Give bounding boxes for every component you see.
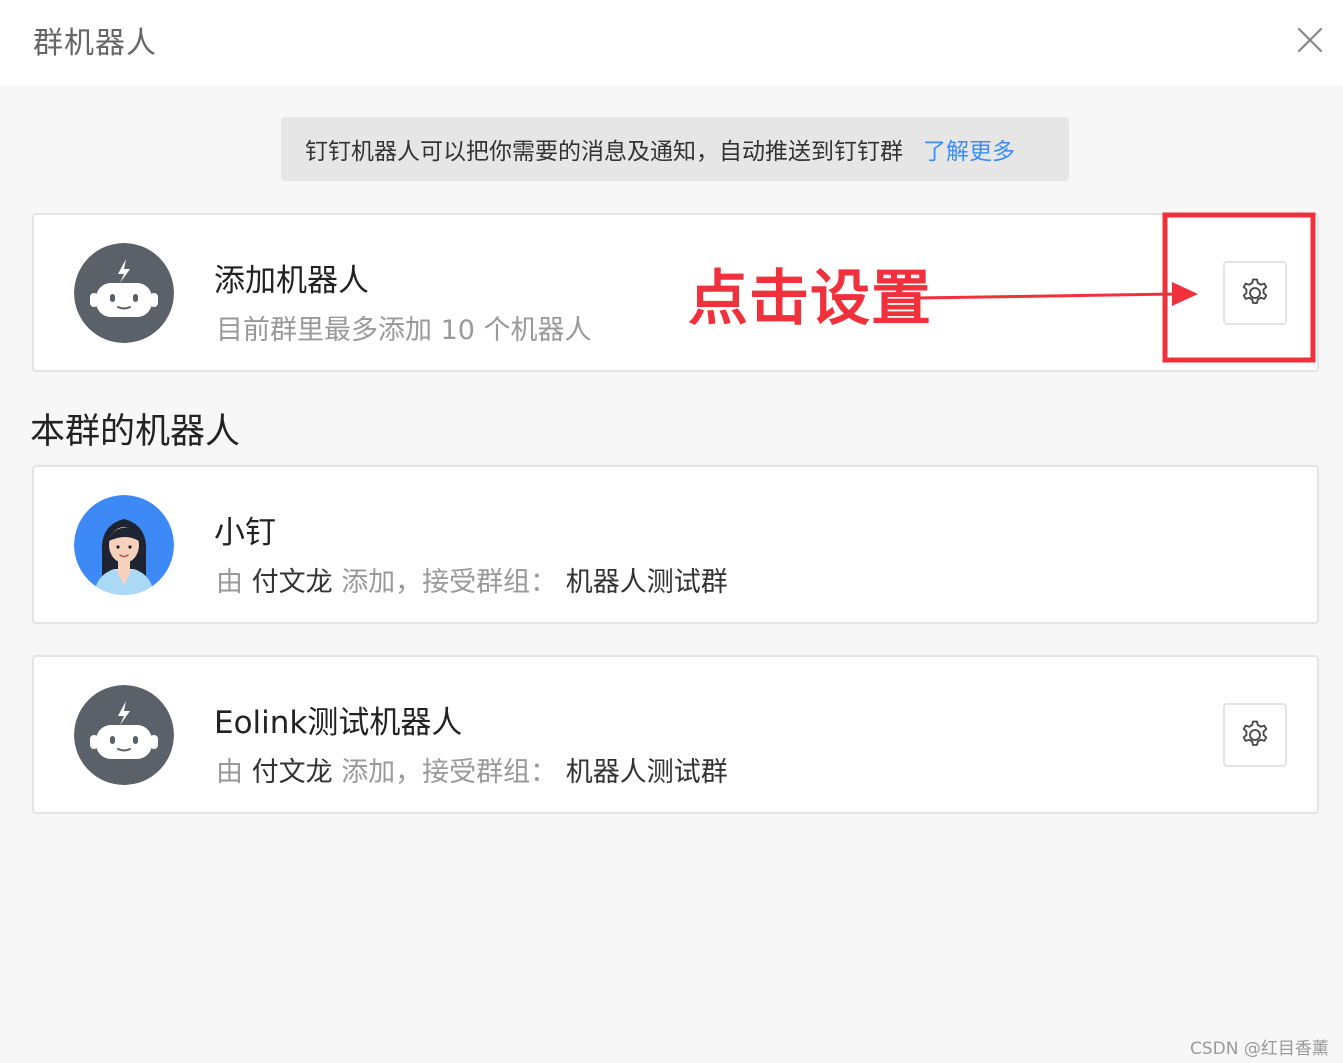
robot-meta: 由 付文龙 添加，接受群组： 机器人测试群	[216, 560, 728, 599]
dialog-title: 群机器人	[33, 26, 157, 61]
robot-card[interactable]: 小钉 由 付文龙 添加，接受群组： 机器人测试群	[32, 465, 1319, 624]
annotation-label: 点击设置	[688, 264, 932, 334]
meta-prefix: 由	[216, 567, 243, 598]
learn-more-link[interactable]: 了解更多	[923, 132, 1015, 166]
adder-name: 付文龙	[251, 757, 333, 788]
add-robot-title: 添加机器人	[214, 263, 369, 299]
robot-name: 小钉	[214, 515, 276, 551]
info-notice: 钉钉机器人可以把你需要的消息及通知，自动推送到钉钉群 了解更多	[281, 117, 1069, 181]
robot-icon	[74, 243, 174, 343]
section-title: 本群的机器人	[30, 412, 241, 452]
close-icon[interactable]	[1292, 22, 1328, 58]
add-robot-card[interactable]: 添加机器人 目前群里最多添加 10 个机器人	[32, 213, 1319, 372]
meta-prefix: 由	[216, 757, 243, 788]
robot-settings-button[interactable]	[1223, 703, 1287, 767]
robot-meta: 由 付文龙 添加，接受群组： 机器人测试群	[216, 750, 728, 789]
watermark: CSDN @红目香薰	[1190, 1039, 1329, 1059]
group-name: 机器人测试群	[565, 567, 728, 598]
robot-name: Eolink测试机器人	[214, 705, 463, 741]
add-robot-subtitle: 目前群里最多添加 10 个机器人	[216, 315, 592, 346]
notice-text: 钉钉机器人可以把你需要的消息及通知，自动推送到钉钉群	[305, 139, 903, 165]
gear-icon	[1242, 720, 1268, 746]
meta-middle: 添加，接受群组：	[341, 567, 558, 598]
add-robot-settings-button[interactable]	[1223, 261, 1287, 325]
person-avatar	[74, 495, 174, 595]
robot-icon	[74, 685, 174, 785]
group-name: 机器人测试群	[565, 757, 728, 788]
gear-icon	[1242, 278, 1268, 304]
robot-card[interactable]: Eolink测试机器人 由 付文龙 添加，接受群组： 机器人测试群	[32, 655, 1319, 814]
meta-middle: 添加，接受群组：	[341, 757, 558, 788]
dialog-header: 群机器人	[0, 0, 1343, 85]
adder-name: 付文龙	[251, 567, 333, 598]
